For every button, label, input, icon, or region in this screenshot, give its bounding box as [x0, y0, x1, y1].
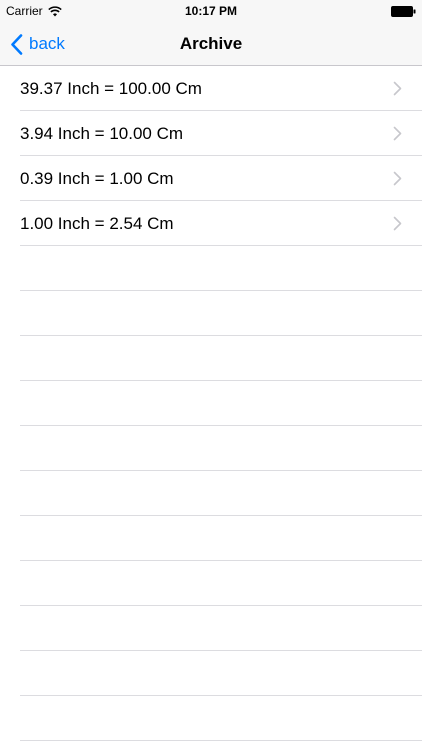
- status-time: 10:17 PM: [184, 4, 238, 18]
- chevron-right-icon: [393, 171, 402, 186]
- conversion-label: 3.94 Inch = 10.00 Cm: [20, 124, 184, 143]
- conversion-label: 1.00 Inch = 2.54 Cm: [20, 214, 174, 233]
- back-label: back: [29, 34, 65, 53]
- conversion-label: 39.37 Inch = 100.00 Cm: [20, 79, 202, 98]
- conversion-label: 0.39 Inch = 1.00 Cm: [20, 169, 174, 188]
- archive-screen: Carrier 10:17 PM back Archive 39.37 Inch…: [0, 0, 422, 750]
- battery-icon: [391, 6, 416, 17]
- navigation-bar: back Archive: [0, 22, 422, 66]
- empty-row: [0, 651, 422, 696]
- list-item[interactable]: 39.37 Inch = 100.00 Cm: [0, 66, 422, 111]
- chevron-right-icon: [393, 216, 402, 231]
- chevron-left-icon: [11, 33, 23, 55]
- empty-row: [0, 246, 422, 291]
- empty-row: [0, 381, 422, 426]
- back-button[interactable]: back: [10, 22, 65, 66]
- empty-row: [0, 336, 422, 381]
- chevron-right-icon: [393, 81, 402, 96]
- list-item[interactable]: 0.39 Inch = 1.00 Cm: [0, 156, 422, 201]
- status-bar: Carrier 10:17 PM: [0, 0, 422, 22]
- empty-row: [0, 471, 422, 516]
- empty-row: [0, 606, 422, 651]
- list-item[interactable]: 1.00 Inch = 2.54 Cm: [0, 201, 422, 246]
- empty-row: [0, 291, 422, 336]
- empty-row: [0, 516, 422, 561]
- archive-list: 39.37 Inch = 100.00 Cm 3.94 Inch = 10.00…: [0, 66, 422, 741]
- chevron-right-icon: [393, 126, 402, 141]
- list-item[interactable]: 3.94 Inch = 10.00 Cm: [0, 111, 422, 156]
- empty-row: [0, 696, 422, 741]
- empty-row: [0, 561, 422, 606]
- empty-row: [0, 426, 422, 471]
